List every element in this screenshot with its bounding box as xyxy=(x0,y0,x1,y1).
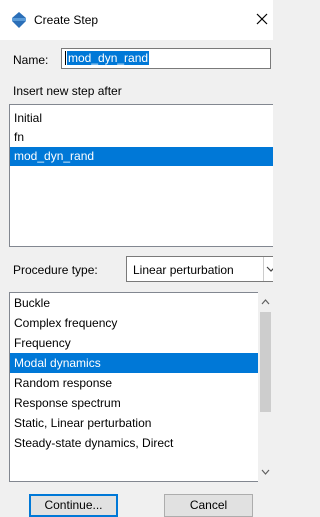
scroll-up-icon[interactable] xyxy=(258,294,273,310)
procedure-list-item[interactable]: Complex frequency xyxy=(10,313,262,333)
step-list-item[interactable]: fn xyxy=(10,128,273,147)
scroll-thumb[interactable] xyxy=(260,312,271,412)
procedure-list-item[interactable]: Frequency xyxy=(10,333,262,353)
procedure-list-item[interactable]: Modal dynamics xyxy=(10,353,262,373)
step-list-item[interactable]: Initial xyxy=(10,109,273,128)
procedure-list-item[interactable]: Static, Linear perturbation xyxy=(10,413,262,433)
step-list[interactable]: Initial fn mod_dyn_rand xyxy=(9,104,273,247)
procedure-list-scrollbar[interactable] xyxy=(258,292,273,482)
text-caret xyxy=(65,51,66,65)
name-input-value: mod_dyn_rand xyxy=(67,51,150,65)
step-list-item[interactable]: mod_dyn_rand xyxy=(10,147,273,166)
cancel-button[interactable]: Cancel xyxy=(164,494,253,517)
window-title: Create Step xyxy=(34,13,99,27)
procedure-list-item[interactable]: Steady-state dynamics, Direct xyxy=(10,433,262,453)
procedure-list[interactable]: Buckle Complex frequency Frequency Modal dy… xyxy=(9,292,273,482)
create-step-icon xyxy=(12,12,26,28)
name-input[interactable]: mod_dyn_rand xyxy=(61,48,271,69)
name-label: Name: xyxy=(13,53,49,67)
scroll-down-icon[interactable] xyxy=(258,464,273,480)
procedure-list-item[interactable]: Random response xyxy=(10,373,262,393)
procedure-list-item[interactable]: Buckle xyxy=(10,293,262,313)
procedure-type-value: Linear perturbation xyxy=(133,263,234,277)
insert-after-label: Insert new step after xyxy=(13,84,122,98)
continue-button[interactable]: Continue... xyxy=(29,494,118,517)
procedure-type-select[interactable]: Linear perturbation xyxy=(126,256,273,282)
procedure-list-item[interactable]: Response spectrum xyxy=(10,393,262,413)
chevron-down-icon[interactable] xyxy=(263,257,273,281)
close-icon[interactable] xyxy=(256,11,268,27)
procedure-type-label: Procedure type: xyxy=(13,263,98,277)
title-bar: Create Step xyxy=(0,0,273,40)
